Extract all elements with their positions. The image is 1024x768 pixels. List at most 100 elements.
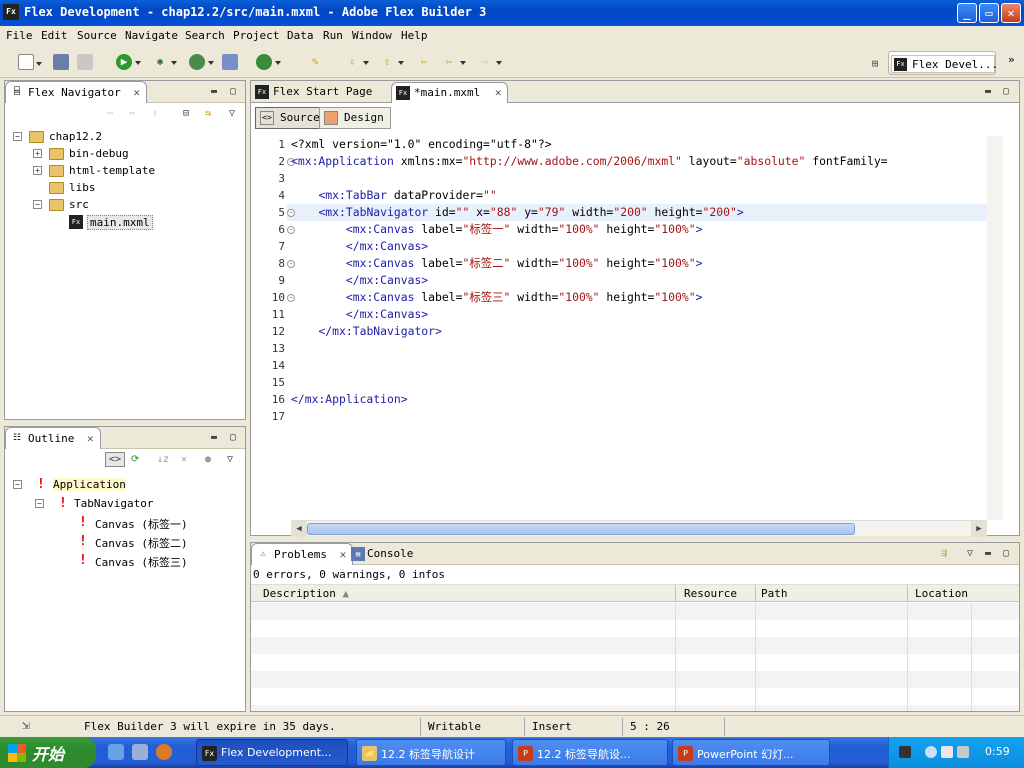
next-annotation-icon[interactable]: ⇩ — [344, 54, 369, 70]
column-location[interactable]: Location — [915, 587, 968, 600]
scroll-thumb[interactable] — [307, 523, 855, 535]
save-icon[interactable] — [53, 54, 69, 70]
forward-icon[interactable]: ⇨ — [477, 54, 502, 70]
close-icon[interactable]: ✕ — [495, 86, 502, 99]
menu-window[interactable]: Window — [352, 29, 392, 42]
keyboard-icon[interactable] — [899, 746, 911, 758]
design-mode-button[interactable]: Design — [319, 107, 391, 129]
code-line[interactable]: <mx:Canvas label="标签三" width="100%" heig… — [291, 289, 703, 306]
menu-file[interactable]: File — [6, 29, 33, 42]
desktop-quicklaunch-icon[interactable] — [132, 744, 148, 760]
tab-console[interactable]: ▤ Console — [347, 544, 419, 565]
code-area[interactable]: <?xml version="1.0" encoding="utf-8"?> <m… — [291, 136, 987, 520]
maximize-button[interactable]: ▭ — [979, 3, 999, 23]
menu-source[interactable]: Source — [77, 29, 117, 42]
tab-problems[interactable]: ⚠ Problems ✕ — [251, 543, 354, 565]
code-line[interactable]: <mx:TabNavigator id="" x="88" y="79" wid… — [291, 204, 743, 221]
minimize-button[interactable]: _ — [957, 3, 977, 23]
previous-annotation-icon[interactable]: ⇧ — [379, 54, 404, 70]
collapse-icon[interactable]: − — [33, 200, 42, 209]
close-icon[interactable]: ✕ — [340, 548, 347, 561]
open-perspective-icon[interactable]: ⊞ — [867, 56, 883, 72]
menu-navigate[interactable]: Navigate — [125, 29, 178, 42]
link-with-editor-icon[interactable]: ⇆ — [205, 108, 211, 119]
collapse-icon[interactable]: − — [35, 499, 44, 508]
mark-occurrences-icon[interactable]: ✎ — [307, 54, 323, 70]
network-icon[interactable] — [925, 746, 937, 758]
last-edit-icon[interactable]: ⇦ — [416, 54, 432, 70]
tab-outline[interactable]: ☷ Outline ✕ — [5, 427, 101, 449]
maximize-view-icon[interactable]: ▢ — [230, 432, 236, 443]
refresh-icon[interactable]: ⟳ — [131, 454, 139, 465]
minimize-view-icon[interactable]: ▬ — [985, 548, 991, 559]
filter-icon[interactable]: ✕ — [181, 454, 187, 465]
filter-icon[interactable]: ⇶ — [941, 548, 947, 559]
menu-run[interactable]: Run — [323, 29, 343, 42]
back-icon[interactable]: ⇦ — [107, 108, 113, 119]
run-icon[interactable]: ▶ — [116, 54, 141, 70]
perspective-button[interactable]: Fx Flex Devel... — [891, 55, 998, 73]
view-menu-icon[interactable]: ▽ — [227, 454, 233, 465]
sort-icon[interactable]: ↓z — [157, 454, 169, 465]
volume-icon[interactable] — [941, 746, 953, 758]
tab-flex-navigator[interactable]: ⌸ Flex Navigator ✕ — [5, 81, 147, 103]
scroll-left-icon[interactable]: ◀ — [291, 521, 307, 537]
collapse-icon[interactable]: − — [13, 480, 22, 489]
code-line[interactable]: </mx:TabNavigator> — [291, 323, 441, 340]
column-path[interactable]: Path — [761, 587, 788, 600]
close-button[interactable]: ✕ — [1001, 3, 1021, 23]
taskbar-item[interactable]: P 12.2 标签导航设... — [512, 739, 668, 766]
scroll-right-icon[interactable]: ▶ — [971, 521, 987, 537]
tab-flex-start-page[interactable]: Fx Flex Start Page — [251, 82, 378, 103]
column-description[interactable]: Description ▲ — [263, 587, 349, 600]
close-icon[interactable]: ✕ — [87, 432, 94, 445]
vertical-scrollbar[interactable] — [987, 136, 1003, 520]
show-source-icon[interactable]: <> — [105, 452, 126, 467]
expand-icon[interactable]: + — [33, 149, 42, 158]
code-line[interactable]: <mx:Application xmlns:mx="http://www.ado… — [291, 153, 888, 170]
export-release-icon[interactable] — [222, 54, 238, 70]
print-icon[interactable] — [77, 54, 93, 70]
menu-edit[interactable]: Edit — [41, 29, 68, 42]
firefox-quicklaunch-icon[interactable] — [156, 744, 172, 760]
code-line[interactable]: </mx:Canvas> — [291, 306, 428, 323]
column-resource[interactable]: Resource — [684, 587, 737, 600]
perspective-switcher[interactable]: Fx Flex Devel... — [888, 51, 998, 75]
debug-icon[interactable]: ✱ — [152, 54, 177, 70]
expand-icon[interactable]: + — [33, 166, 42, 175]
source-mode-button[interactable]: <> Source — [255, 107, 327, 129]
maximize-view-icon[interactable]: ▢ — [230, 86, 236, 97]
code-line[interactable]: <mx:Canvas label="标签一" width="100%" heig… — [291, 221, 703, 238]
code-line[interactable]: </mx:Canvas> — [291, 238, 428, 255]
up-icon[interactable]: ⇧ — [152, 108, 158, 119]
tray-app-icon[interactable] — [957, 746, 969, 758]
code-line[interactable]: </mx:Canvas> — [291, 272, 428, 289]
close-icon[interactable]: ✕ — [133, 86, 140, 99]
menu-project[interactable]: Project — [233, 29, 279, 42]
profile-icon[interactable] — [189, 54, 214, 70]
hide-nonpublic-icon[interactable]: ● — [205, 454, 211, 465]
code-line[interactable]: <mx:TabBar dataProvider="" — [291, 187, 496, 204]
new-icon[interactable] — [18, 54, 42, 70]
external-tools-icon[interactable] — [256, 54, 281, 70]
taskbar-item[interactable]: 📁 12.2 标签导航设计 — [356, 739, 506, 766]
view-menu-icon[interactable]: ▽ — [967, 548, 973, 559]
maximize-view-icon[interactable]: ▢ — [1003, 548, 1009, 559]
code-line[interactable]: <?xml version="1.0" encoding="utf-8"?> — [291, 136, 552, 153]
taskbar-item[interactable]: P PowerPoint 幻灯... — [672, 739, 830, 766]
collapse-all-icon[interactable]: ⊟ — [183, 108, 189, 119]
start-button[interactable]: 开始 — [0, 737, 96, 768]
maximize-view-icon[interactable]: ▢ — [1003, 86, 1009, 97]
view-menu-icon[interactable]: ▽ — [229, 108, 235, 119]
menu-data[interactable]: Data — [287, 29, 314, 42]
menu-help[interactable]: Help — [401, 29, 428, 42]
tab-main-mxml[interactable]: Fx *main.mxml ✕ — [391, 82, 509, 103]
menu-search[interactable]: Search — [185, 29, 225, 42]
fast-view-icon[interactable]: ⇲ — [22, 718, 30, 733]
horizontal-scrollbar[interactable]: ◀ ▶ — [291, 520, 987, 537]
taskbar-item[interactable]: Fx Flex Development... — [196, 739, 348, 766]
perspective-chevron[interactable]: » — [1008, 53, 1015, 66]
code-line[interactable]: <mx:Canvas label="标签二" width="100%" heig… — [291, 255, 703, 272]
minimize-view-icon[interactable]: ▬ — [211, 432, 217, 443]
ie-quicklaunch-icon[interactable] — [108, 744, 124, 760]
